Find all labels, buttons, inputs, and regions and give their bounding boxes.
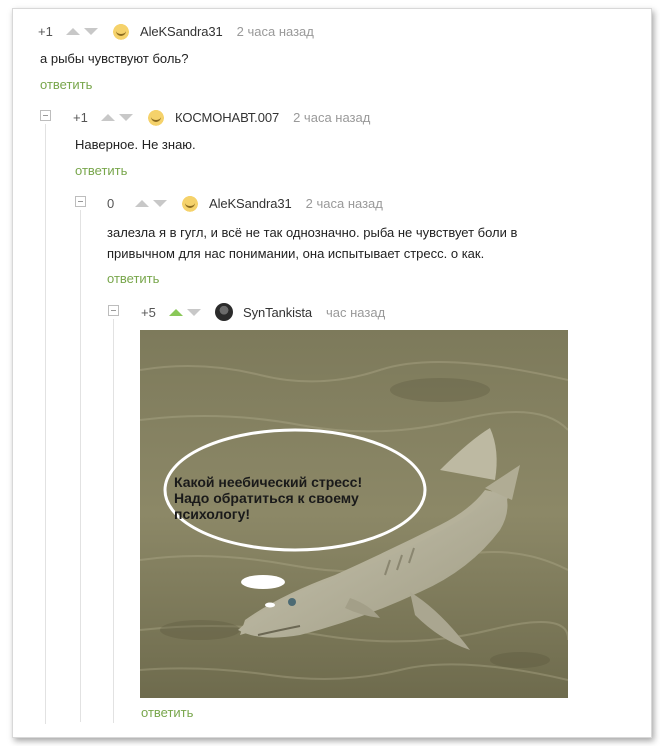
comment-rating: +1 xyxy=(38,23,53,39)
upvote-icon[interactable] xyxy=(135,199,149,207)
downvote-icon[interactable] xyxy=(187,308,201,316)
comment-time[interactable]: 2 часа назад xyxy=(237,24,314,39)
caption-line: психологу! xyxy=(174,506,251,522)
comment-rating: +5 xyxy=(141,304,156,320)
comment-meta: 0 AleKSandra31 2 часа назад xyxy=(107,194,383,212)
image-caption: Какой неебический стресс! Надо обратитьс… xyxy=(174,474,410,522)
collapse-toggle[interactable] xyxy=(40,110,51,121)
downvote-icon[interactable] xyxy=(84,27,98,35)
collapse-toggle[interactable] xyxy=(108,305,119,316)
comment-time[interactable]: 2 часа назад xyxy=(293,110,370,125)
caption-line: Надо обратиться к своему xyxy=(174,490,359,506)
avatar[interactable] xyxy=(147,108,165,126)
downvote-icon[interactable] xyxy=(153,199,167,207)
comment-text-line: залезла я в гугл, и всё не так однозначн… xyxy=(107,225,518,240)
reply-link[interactable]: ответить xyxy=(40,77,92,92)
caption-line: Какой неебический стресс! xyxy=(174,474,363,490)
username[interactable]: КОСМОНАВТ.007 xyxy=(175,110,279,125)
comment-text: а рыбы чувствуют боль? xyxy=(40,51,189,66)
username[interactable]: SynTankista xyxy=(243,305,312,320)
reply-link[interactable]: ответить xyxy=(75,163,127,178)
comment-meta: +1 AleKSandra31 2 часа назад xyxy=(38,22,314,40)
avatar[interactable] xyxy=(181,194,199,212)
comment-rating: +1 xyxy=(73,109,88,125)
reply-link[interactable]: ответить xyxy=(107,271,159,286)
downvote-icon[interactable] xyxy=(119,113,133,121)
avatar[interactable] xyxy=(112,22,130,40)
username[interactable]: AleKSandra31 xyxy=(140,24,223,39)
comment-rating: 0 xyxy=(107,195,115,211)
thread-line[interactable] xyxy=(113,319,114,723)
reply-link[interactable]: ответить xyxy=(141,705,193,720)
comment-time[interactable]: час назад xyxy=(326,305,385,320)
collapse-toggle[interactable] xyxy=(75,196,86,207)
upvote-icon[interactable] xyxy=(169,308,183,316)
thread-line[interactable] xyxy=(45,124,46,724)
username[interactable]: AleKSandra31 xyxy=(209,196,292,211)
comment-meta: +1 КОСМОНАВТ.007 2 часа назад xyxy=(73,108,370,126)
upvote-icon[interactable] xyxy=(101,113,115,121)
comment-text-line: привычном для нас понимании, она испытыв… xyxy=(107,246,485,261)
avatar[interactable] xyxy=(215,303,233,321)
comment-time[interactable]: 2 часа назад xyxy=(306,196,383,211)
comment-meta: +5 SynTankista час назад xyxy=(141,303,385,321)
thread-line[interactable] xyxy=(80,210,81,722)
comment-text: Наверное. Не знаю. xyxy=(75,137,196,152)
upvote-icon[interactable] xyxy=(66,27,80,35)
